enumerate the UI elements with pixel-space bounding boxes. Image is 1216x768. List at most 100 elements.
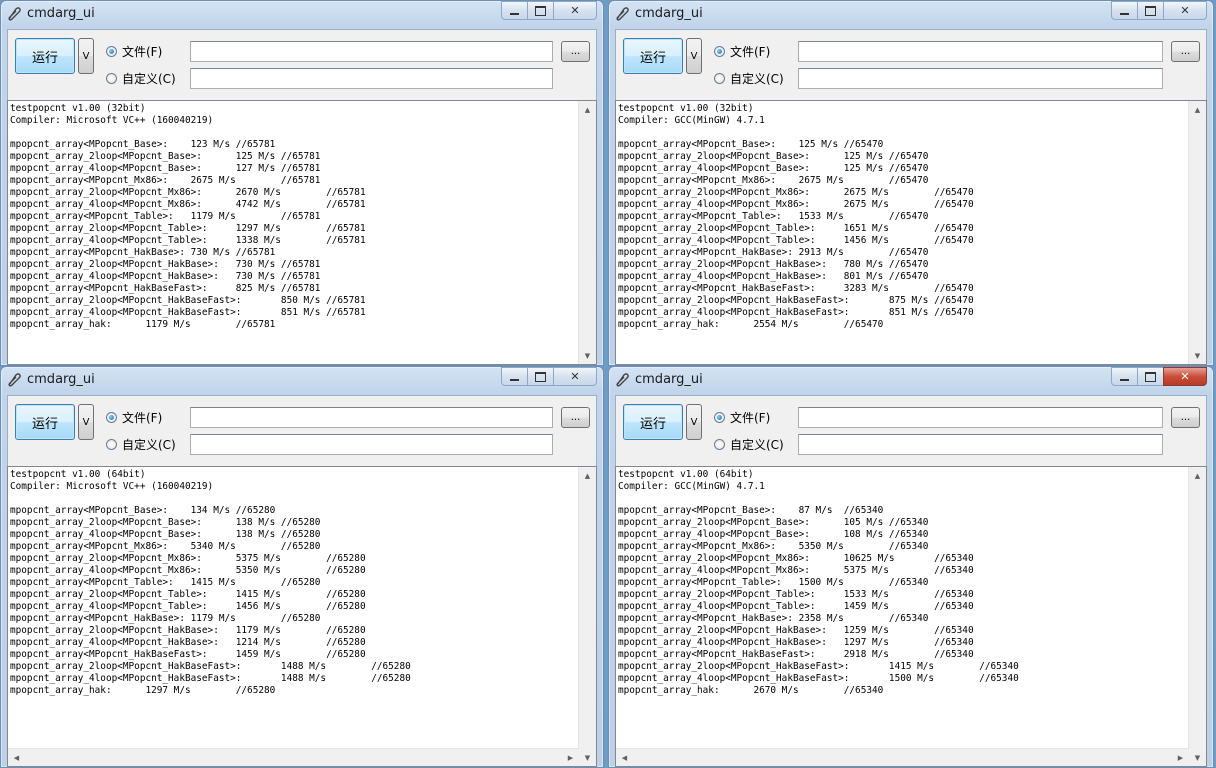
radio-custom-row[interactable]: 自定义(C) — [714, 436, 784, 452]
output-textarea[interactable]: testpopcnt v1.00 (64bit) Compiler: GCC(M… — [615, 466, 1207, 767]
maximize-button[interactable] — [527, 367, 554, 386]
maximize-button[interactable] — [1137, 367, 1164, 386]
radio-custom[interactable] — [106, 438, 117, 450]
radio-custom-row[interactable]: 自定义(C) — [106, 70, 176, 86]
window-vc-32bit[interactable]: cmdarg_ui ✕ 运行 V 文件(F) 自定义(C) ... testpo… — [0, 0, 604, 366]
radio-custom-row[interactable]: 自定义(C) — [714, 70, 784, 86]
browse-button[interactable]: ... — [1171, 407, 1200, 428]
radio-file[interactable] — [106, 45, 117, 57]
radio-custom-label: 自定义(C) — [730, 437, 784, 452]
v-button[interactable]: V — [686, 404, 702, 440]
close-button[interactable]: ✕ — [553, 367, 597, 386]
title-bar[interactable]: cmdarg_ui ✕ — [609, 367, 1213, 395]
minimize-button[interactable] — [501, 1, 528, 20]
scroll-left-arrow-icon[interactable]: ◀ — [8, 749, 25, 766]
scroll-down-arrow-icon[interactable]: ▼ — [1189, 749, 1206, 766]
radio-file-row[interactable]: 文件(F) — [106, 409, 162, 425]
radio-file-label: 文件(F) — [122, 410, 163, 425]
minimize-button[interactable] — [501, 367, 528, 386]
vertical-scrollbar[interactable]: ▲ ▼ — [578, 101, 596, 364]
scroll-down-arrow-icon[interactable]: ▼ — [1189, 347, 1206, 364]
browse-button[interactable]: ... — [561, 41, 590, 62]
maximize-button[interactable] — [1137, 1, 1164, 20]
v-button[interactable]: V — [686, 38, 702, 74]
run-button[interactable]: 运行 — [15, 404, 75, 440]
window-gcc-32bit[interactable]: cmdarg_ui ✕ 运行 V 文件(F) 自定义(C) ... testpo… — [608, 0, 1214, 366]
title-bar[interactable]: cmdarg_ui ✕ — [609, 1, 1213, 29]
minimize-icon — [1120, 12, 1129, 15]
v-button[interactable]: V — [78, 38, 94, 74]
custom-args-input[interactable] — [798, 68, 1163, 89]
radio-file-label: 文件(F) — [730, 410, 771, 425]
radio-file-label: 文件(F) — [122, 44, 163, 59]
close-button[interactable]: ✕ — [1163, 367, 1207, 386]
radio-custom[interactable] — [106, 72, 117, 84]
radio-file-label: 文件(F) — [730, 44, 771, 59]
title-bar[interactable]: cmdarg_ui ✕ — [1, 367, 603, 395]
custom-args-input[interactable] — [190, 68, 553, 89]
scroll-right-arrow-icon[interactable]: ▶ — [1172, 749, 1189, 766]
vertical-scrollbar[interactable]: ▲ ▼ — [1188, 467, 1206, 766]
scroll-up-arrow-icon[interactable]: ▲ — [1189, 101, 1206, 118]
radio-custom-label: 自定义(C) — [122, 437, 176, 452]
radio-custom-label: 自定义(C) — [122, 71, 176, 86]
app-icon — [616, 7, 629, 21]
radio-file-row[interactable]: 文件(F) — [106, 43, 162, 59]
scroll-right-arrow-icon[interactable]: ▶ — [562, 749, 579, 766]
close-button[interactable]: ✕ — [553, 1, 597, 20]
custom-args-input[interactable] — [190, 434, 553, 455]
v-button[interactable]: V — [78, 404, 94, 440]
minimize-button[interactable] — [1111, 367, 1138, 386]
file-path-input[interactable] — [190, 407, 553, 428]
custom-args-input[interactable] — [798, 434, 1163, 455]
run-button[interactable]: 运行 — [623, 38, 683, 74]
vertical-scrollbar[interactable]: ▲ ▼ — [1188, 101, 1206, 364]
output-text: testpopcnt v1.00 (64bit) Compiler: GCC(M… — [618, 469, 1019, 696]
horizontal-scrollbar[interactable]: ◀ ▶ — [8, 748, 579, 766]
radio-file[interactable] — [714, 411, 725, 423]
minimize-button[interactable] — [1111, 1, 1138, 20]
scroll-left-arrow-icon[interactable]: ◀ — [616, 749, 633, 766]
browse-button[interactable]: ... — [1171, 41, 1200, 62]
maximize-button[interactable] — [527, 1, 554, 20]
radio-file-row[interactable]: 文件(F) — [714, 43, 770, 59]
scroll-down-arrow-icon[interactable]: ▼ — [579, 347, 596, 364]
maximize-icon — [535, 371, 546, 382]
output-textarea[interactable]: testpopcnt v1.00 (32bit) Compiler: GCC(M… — [615, 100, 1207, 365]
radio-custom-label: 自定义(C) — [730, 71, 784, 86]
window-title: cmdarg_ui — [635, 372, 703, 387]
close-button[interactable]: ✕ — [1163, 1, 1207, 20]
radio-custom[interactable] — [714, 72, 725, 84]
scroll-up-arrow-icon[interactable]: ▲ — [579, 467, 596, 484]
output-text: testpopcnt v1.00 (32bit) Compiler: GCC(M… — [618, 103, 974, 330]
scroll-down-arrow-icon[interactable]: ▼ — [579, 749, 596, 766]
scroll-up-arrow-icon[interactable]: ▲ — [579, 101, 596, 118]
client-area: 运行 V 文件(F) 自定义(C) ... testpopcnt v1.00 (… — [7, 29, 597, 365]
radio-file[interactable] — [106, 411, 117, 423]
minimize-icon — [510, 12, 519, 15]
radio-file-row[interactable]: 文件(F) — [714, 409, 770, 425]
radio-custom-row[interactable]: 自定义(C) — [106, 436, 176, 452]
vertical-scrollbar[interactable]: ▲ ▼ — [578, 467, 596, 766]
output-textarea[interactable]: testpopcnt v1.00 (64bit) Compiler: Micro… — [7, 466, 597, 767]
radio-custom[interactable] — [714, 438, 725, 450]
window-gcc-64bit[interactable]: cmdarg_ui ✕ 运行 V 文件(F) 自定义(C) ... testpo… — [608, 366, 1214, 768]
maximize-icon — [1145, 5, 1156, 16]
window-vc-64bit[interactable]: cmdarg_ui ✕ 运行 V 文件(F) 自定义(C) ... testpo… — [0, 366, 604, 768]
close-icon: ✕ — [570, 4, 580, 17]
file-path-input[interactable] — [798, 407, 1163, 428]
scroll-up-arrow-icon[interactable]: ▲ — [1189, 467, 1206, 484]
horizontal-scrollbar[interactable]: ◀ ▶ — [616, 748, 1189, 766]
radio-file[interactable] — [714, 45, 725, 57]
output-textarea[interactable]: testpopcnt v1.00 (32bit) Compiler: Micro… — [7, 100, 597, 365]
run-button[interactable]: 运行 — [15, 38, 75, 74]
browse-button[interactable]: ... — [561, 407, 590, 428]
client-area: 运行 V 文件(F) 自定义(C) ... testpopcnt v1.00 (… — [7, 395, 597, 767]
maximize-icon — [535, 5, 546, 16]
file-path-input[interactable] — [190, 41, 553, 62]
window-title: cmdarg_ui — [27, 6, 95, 21]
file-path-input[interactable] — [798, 41, 1163, 62]
run-button[interactable]: 运行 — [623, 404, 683, 440]
close-icon: ✕ — [1180, 4, 1190, 17]
title-bar[interactable]: cmdarg_ui ✕ — [1, 1, 603, 29]
